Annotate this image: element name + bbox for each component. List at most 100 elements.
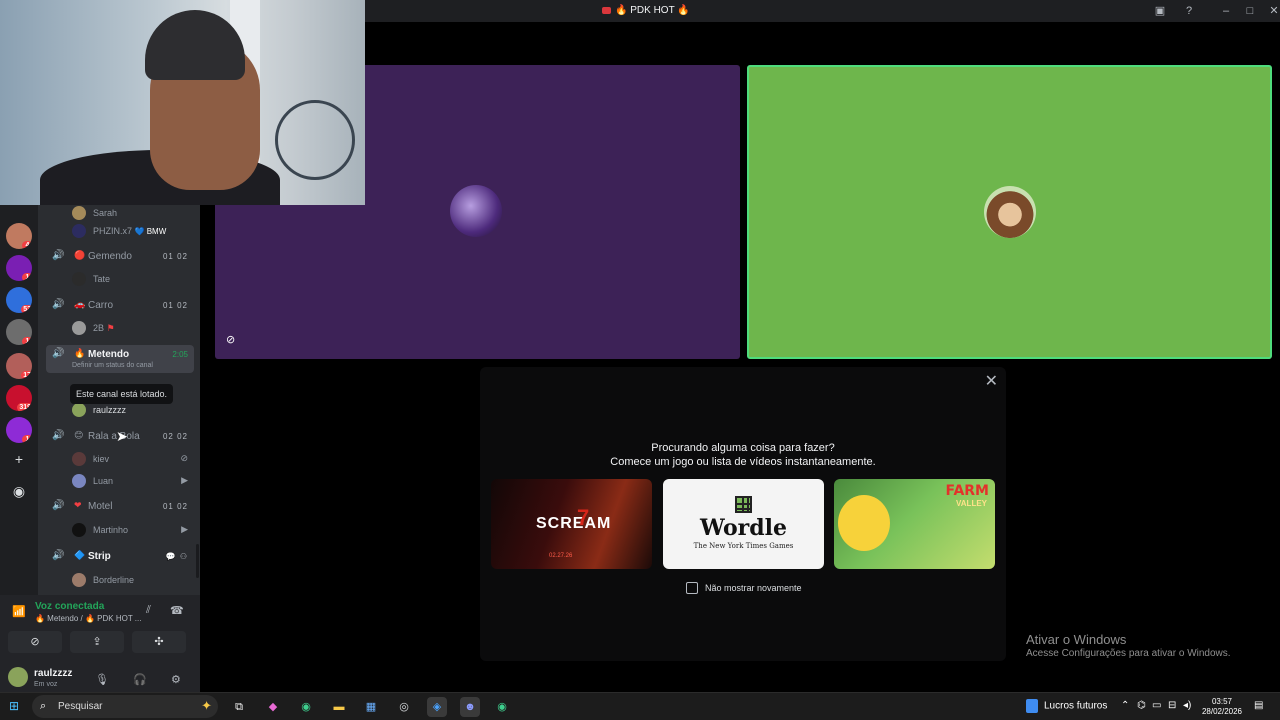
avatar: [72, 403, 86, 417]
username[interactable]: raulzzzz: [34, 668, 72, 679]
activities-button[interactable]: ✣: [132, 631, 186, 653]
chevron-up-icon[interactable]: ⌃: [1121, 700, 1129, 711]
mouse-cursor-icon: ➤: [116, 428, 128, 444]
avatar: [72, 452, 86, 466]
server-icon[interactable]: 1: [6, 255, 32, 281]
voice-status[interactable]: Voz conectada: [35, 601, 104, 612]
server-icon[interactable]: 17: [6, 353, 32, 379]
voice-channel-metendo[interactable]: 🔊 🔥 Metendo 2:05 Definir um status do ca…: [46, 345, 194, 373]
notification-badge: 53: [21, 305, 32, 313]
activity-suggestion-modal: ✕ Procurando alguma coisa para fazer? Co…: [480, 367, 1006, 661]
wordle-title: Wordle: [700, 515, 787, 541]
browser-icon[interactable]: ◉: [492, 697, 512, 717]
camera-toggle-button[interactable]: ⊘: [8, 631, 62, 653]
user-limit: 01 02: [162, 301, 188, 310]
tray-app-icon[interactable]: ▭: [1152, 700, 1161, 711]
notification-badge: 1: [22, 435, 32, 443]
task-view-icon[interactable]: ⧉: [229, 697, 249, 717]
search-placeholder: Pesquisar: [58, 701, 103, 712]
tray-app-icon[interactable]: ⌬: [1137, 700, 1146, 711]
voice-location[interactable]: 🔥 Metendo / 🔥 PDK HOT ...: [35, 614, 141, 623]
copilot-app-icon[interactable]: ◆: [263, 697, 283, 717]
add-server-icon[interactable]: +: [8, 448, 30, 470]
activity-card-farm[interactable]: FARM VALLEY: [834, 479, 995, 569]
minimize-icon[interactable]: –: [1219, 4, 1233, 18]
member-tate[interactable]: Tate: [72, 271, 192, 287]
close-icon[interactable]: ✕: [985, 371, 998, 391]
server-icon[interactable]: 1: [6, 417, 32, 443]
user-limit: 01 02: [162, 252, 188, 261]
modal-subheading: Comece um jogo ou lista de vídeos instan…: [610, 456, 876, 468]
member-borderline[interactable]: Borderline: [72, 572, 192, 588]
volume-icon[interactable]: ◂): [1183, 700, 1191, 711]
member-martinho[interactable]: Martinho ▶: [72, 522, 192, 538]
disconnect-icon[interactable]: ☎: [170, 604, 184, 617]
participant-avatar: [450, 185, 502, 237]
member-sarah[interactable]: Sarah: [72, 205, 192, 221]
server-icon[interactable]: 1: [6, 319, 32, 345]
voice-channel-strip[interactable]: 🔊 🔷 Strip 💬 ⚇: [46, 547, 194, 567]
app-icon[interactable]: ◈: [427, 697, 447, 717]
file-explorer-icon[interactable]: ▬: [329, 697, 349, 717]
avatar: [72, 573, 86, 587]
windows-taskbar: ⊞ ⌕ Pesquisar ✦ ⧉ ◆ ◉ ▬ ▦ ◎ ◈ ☻ ◉ Lucros…: [0, 692, 1280, 720]
member-2b[interactable]: 2B ⚑: [72, 320, 192, 336]
participant-tile-2[interactable]: [747, 65, 1272, 359]
server-icon[interactable]: 4: [6, 223, 32, 249]
notifications-icon[interactable]: ▤: [1254, 700, 1263, 711]
webcam-overlay: [0, 0, 365, 205]
member-luan[interactable]: Luan ▶: [72, 473, 192, 489]
server-icon[interactable]: 53: [6, 287, 32, 313]
member-kiev[interactable]: kiev ⊘: [72, 451, 192, 467]
inbox-icon[interactable]: ▣: [1153, 4, 1167, 18]
maximize-icon[interactable]: □: [1243, 4, 1257, 18]
user-status: Em voz: [34, 681, 58, 688]
windows-start-icon[interactable]: ⊞: [9, 700, 22, 713]
gear-icon[interactable]: ⚙: [171, 673, 181, 686]
flag-icon: ⚑: [106, 323, 115, 333]
avatar[interactable]: [8, 667, 28, 687]
system-clock[interactable]: 03:57 28/02/2026: [1200, 697, 1244, 717]
notification-badge: 319: [17, 403, 32, 411]
app-icon[interactable]: ◎: [394, 697, 414, 717]
signal-icon[interactable]: 📶: [12, 605, 26, 618]
edge-icon[interactable]: ◉: [296, 697, 316, 717]
channel-status[interactable]: Definir um status do canal: [72, 362, 153, 369]
invite-icon[interactable]: 💬 ⚇: [166, 552, 188, 561]
help-icon[interactable]: ?: [1182, 4, 1196, 18]
close-window-icon[interactable]: ✕: [1267, 4, 1280, 18]
channel-scrollbar[interactable]: [196, 544, 199, 578]
voice-channel-carro[interactable]: 🔊 🚗 Carro 01 02: [46, 296, 194, 316]
window-title: 🔥 PDK HOT 🔥: [602, 5, 690, 16]
server-icon[interactable]: 319: [6, 385, 32, 411]
avatar: [72, 272, 86, 286]
server-badge-icon: [602, 6, 611, 14]
weather-widget[interactable]: Lucros futuros: [1026, 699, 1107, 713]
network-icon[interactable]: ⊟: [1168, 700, 1176, 711]
discord-icon[interactable]: ☻: [460, 697, 480, 717]
scream-date: 02.27.26: [549, 553, 573, 559]
member-raulzzzz[interactable]: raulzzzz: [72, 402, 192, 418]
camera-icon: ▶: [181, 524, 188, 534]
speaker-icon: 🔊: [52, 348, 65, 359]
member-phzin[interactable]: PHZIN.x7 💙 BMW: [72, 223, 192, 239]
screen-share-button[interactable]: ⇪: [70, 631, 124, 653]
store-icon[interactable]: ▦: [361, 697, 381, 717]
noise-suppression-icon[interactable]: ⫽: [146, 604, 151, 617]
activity-card-wordle[interactable]: Wordle The New York Times Games: [663, 479, 824, 569]
speaker-icon: 🔊: [52, 550, 65, 561]
voice-channel-motel[interactable]: 🔊 ❤ Motel 01 02: [46, 497, 194, 517]
avatar: [72, 224, 86, 238]
bicycle: [275, 100, 355, 180]
participant-avatar: [984, 186, 1036, 238]
dont-show-again-checkbox[interactable]: [686, 582, 698, 594]
camera-off-icon: ⊘: [226, 334, 236, 346]
taskbar-search[interactable]: ⌕ Pesquisar ✦: [32, 695, 218, 718]
headphones-icon[interactable]: 🎧: [133, 673, 147, 686]
discover-icon[interactable]: ◉: [8, 480, 30, 502]
voice-channel-gemendo[interactable]: 🔊 🔴 Gemendo 01 02: [46, 247, 194, 267]
muted-icon: ⊘: [180, 453, 188, 463]
microphone-icon[interactable]: 🎙: [95, 673, 109, 686]
channel-full-tooltip: Este canal está lotado.: [70, 384, 174, 404]
activity-card-scream[interactable]: SCREAM 7 02.27.26: [491, 479, 652, 569]
